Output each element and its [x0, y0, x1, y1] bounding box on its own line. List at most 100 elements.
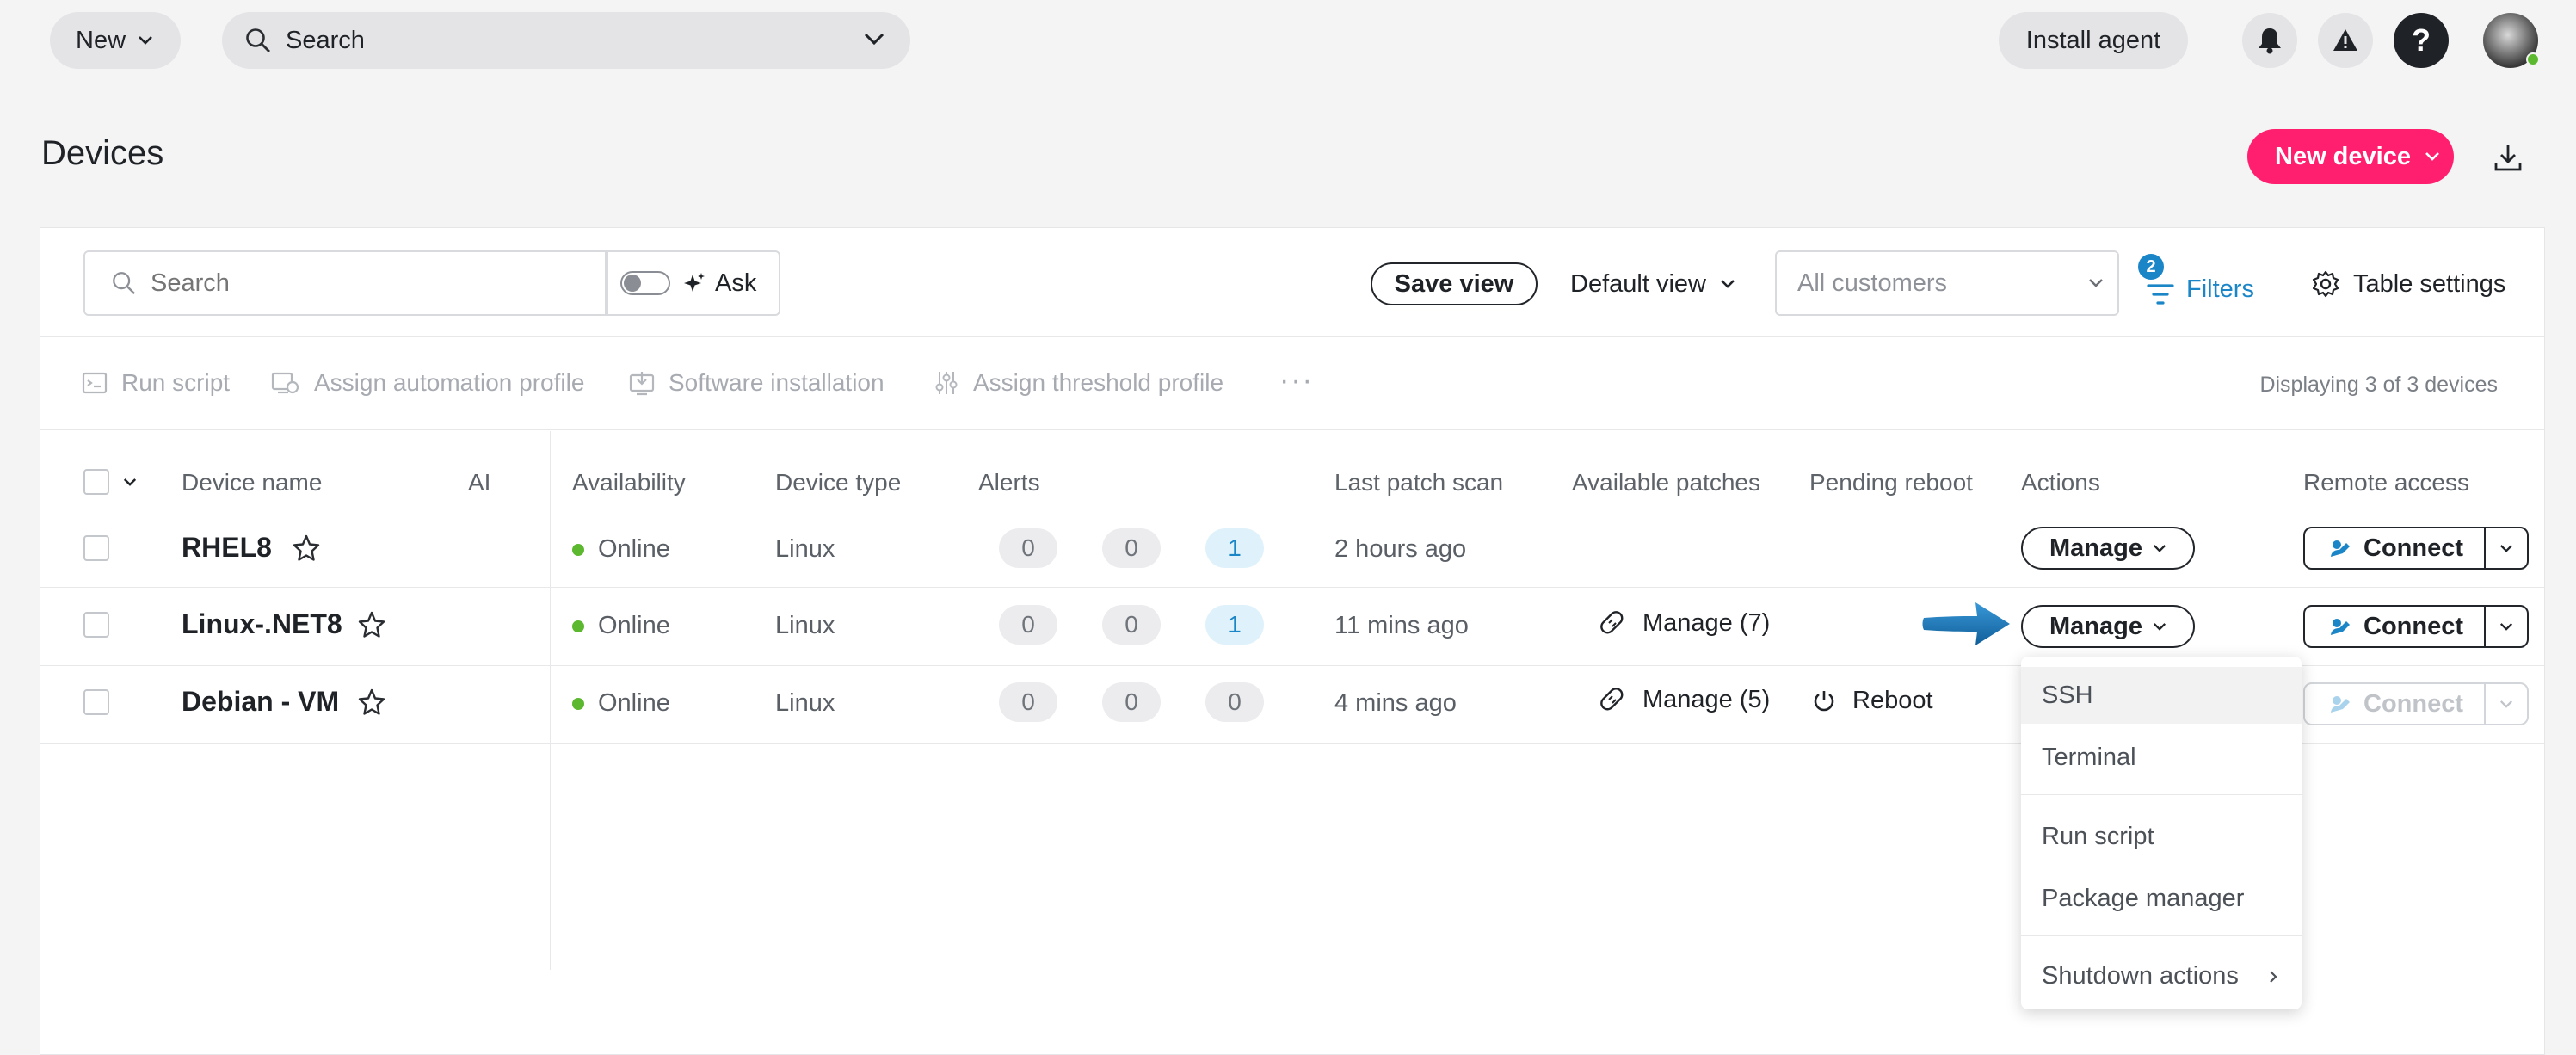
col-device-name[interactable]: Device name: [182, 469, 322, 497]
new-menu-button[interactable]: New: [50, 12, 181, 69]
alert-count[interactable]: 1: [1205, 528, 1264, 568]
connect-icon: [2329, 694, 2351, 714]
col-ai[interactable]: AI: [468, 469, 490, 497]
device-name-link[interactable]: RHEL8: [182, 532, 272, 564]
global-search[interactable]: Search: [222, 12, 910, 69]
manage-patches-label: Manage (5): [1642, 685, 1771, 713]
menu-item-terminal[interactable]: Terminal: [2021, 729, 2302, 786]
device-name-link[interactable]: Debian - VM: [182, 686, 339, 718]
manage-button[interactable]: Manage: [2021, 527, 2195, 570]
col-actions[interactable]: Actions: [2021, 469, 2100, 497]
default-view-dropdown[interactable]: Default view: [1570, 262, 1735, 305]
ai-toggle[interactable]: [620, 271, 670, 295]
connect-options-button[interactable]: [2484, 605, 2529, 648]
row-checkbox[interactable]: [83, 689, 109, 715]
alert-count[interactable]: 0: [999, 682, 1057, 722]
bulk-assign-automation[interactable]: Assign automation profile: [271, 369, 584, 397]
install-agent-button[interactable]: Install agent: [1999, 12, 2188, 69]
chevron-down-icon: [2425, 151, 2440, 162]
alert-count[interactable]: 0: [1102, 682, 1161, 722]
notifications-button[interactable]: [2242, 13, 2297, 68]
menu-item-label: Shutdown actions: [2042, 961, 2239, 990]
bulk-run-script[interactable]: Run script: [82, 369, 230, 397]
menu-item-label: SSH: [2042, 681, 2093, 709]
availability-value: Online: [598, 689, 670, 717]
new-device-button[interactable]: New device: [2247, 129, 2454, 184]
alert-count[interactable]: 0: [999, 528, 1057, 568]
device-type-value: Linux: [775, 535, 835, 563]
bandage-icon: [1598, 608, 1627, 638]
menu-item-package-manager[interactable]: Package manager: [2021, 870, 2302, 927]
select-all-checkbox[interactable]: [83, 469, 109, 495]
connect-button[interactable]: Connect: [2303, 527, 2486, 570]
online-dot: [572, 544, 584, 556]
table-search[interactable]: [83, 250, 608, 316]
display-count: Displaying 3 of 3 devices: [2259, 373, 2498, 397]
manage-label: Manage: [2049, 534, 2142, 562]
gear-icon: [2312, 270, 2339, 298]
table-search-input[interactable]: [151, 268, 581, 298]
alert-count[interactable]: 0: [1205, 682, 1264, 722]
chevron-right-icon: [2269, 970, 2277, 984]
install-agent-label: Install agent: [2025, 26, 2161, 54]
row-checkbox[interactable]: [83, 535, 109, 561]
ask-button[interactable]: Ask: [715, 269, 756, 298]
menu-item-ssh[interactable]: SSH: [2021, 667, 2302, 724]
col-remote-access[interactable]: Remote access: [2303, 469, 2469, 497]
menu-item-run-script[interactable]: Run script: [2021, 808, 2302, 865]
sliders-icon: [934, 370, 959, 396]
bulk-assign-threshold[interactable]: Assign threshold profile: [934, 369, 1223, 397]
bulk-assign-threshold-label: Assign threshold profile: [973, 369, 1224, 396]
col-device-type[interactable]: Device type: [775, 469, 901, 497]
connect-label: Connect: [2363, 612, 2463, 640]
menu-item-shutdown-actions[interactable]: Shutdown actions: [2021, 947, 2302, 1004]
col-availability[interactable]: Availability: [572, 469, 686, 497]
reboot-button[interactable]: Reboot: [1811, 687, 1933, 715]
menu-item-label: Terminal: [2042, 743, 2136, 771]
alert-count[interactable]: 1: [1205, 605, 1264, 645]
star-icon[interactable]: [292, 534, 321, 563]
table-settings-label: Table settings: [2353, 269, 2506, 298]
filters-count-badge: 2: [2138, 254, 2164, 280]
alert-count[interactable]: 0: [1102, 528, 1161, 568]
alerts-button[interactable]: [2318, 13, 2373, 68]
manage-patches-link[interactable]: Manage (5): [1598, 685, 1770, 714]
last-scan-value: 2 hours ago: [1334, 535, 1467, 563]
table-settings-button[interactable]: Table settings: [2312, 262, 2505, 305]
help-button[interactable]: ?: [2394, 13, 2449, 68]
bulk-more-button[interactable]: ···: [1279, 364, 1314, 398]
connect-options-button[interactable]: [2484, 682, 2529, 725]
filters-button[interactable]: 2 Filters: [2138, 254, 2254, 314]
ask-ai-toggle-group: Ask: [605, 250, 780, 316]
avatar[interactable]: [2483, 13, 2540, 68]
manage-dropdown-menu: SSH Terminal Run script Package manager …: [2021, 657, 2302, 1009]
chevron-down-icon[interactable]: [123, 478, 137, 487]
col-pending-reboot[interactable]: Pending reboot: [1809, 469, 1973, 497]
col-alerts[interactable]: Alerts: [978, 469, 1040, 497]
col-last-patch-scan[interactable]: Last patch scan: [1334, 469, 1503, 497]
download-icon[interactable]: [2493, 143, 2523, 172]
availability-value: Online: [598, 535, 670, 563]
row-checkbox[interactable]: [83, 612, 109, 638]
page-title: Devices: [41, 134, 164, 172]
bulk-software-installation[interactable]: Software installation: [629, 369, 884, 397]
star-icon[interactable]: [357, 610, 386, 639]
chevron-down-icon: [2499, 544, 2513, 553]
alert-count[interactable]: 0: [1102, 605, 1161, 645]
device-name-link[interactable]: Linux-.NET8: [182, 608, 342, 640]
connect-button[interactable]: Connect: [2303, 605, 2486, 648]
divider: [40, 429, 2544, 430]
customers-select[interactable]: All customers: [1775, 250, 2119, 316]
connect-button[interactable]: Connect: [2303, 682, 2486, 725]
save-view-button[interactable]: Save view: [1371, 262, 1538, 305]
manage-button[interactable]: Manage: [2021, 605, 2195, 648]
col-available-patches[interactable]: Available patches: [1572, 469, 1760, 497]
chevron-down-icon[interactable]: [864, 33, 884, 46]
table-row[interactable]: Linux-.NET8 Online Linux 0 0 1 11 mins a…: [40, 588, 2544, 665]
manage-patches-link[interactable]: Manage (7): [1598, 608, 1770, 638]
alert-count[interactable]: 0: [999, 605, 1057, 645]
manage-patches-label: Manage (7): [1642, 608, 1771, 637]
connect-options-button[interactable]: [2484, 527, 2529, 570]
star-icon[interactable]: [357, 688, 386, 717]
table-row[interactable]: RHEL8 Online Linux 0 0 1 2 hours ago Man…: [40, 509, 2544, 587]
